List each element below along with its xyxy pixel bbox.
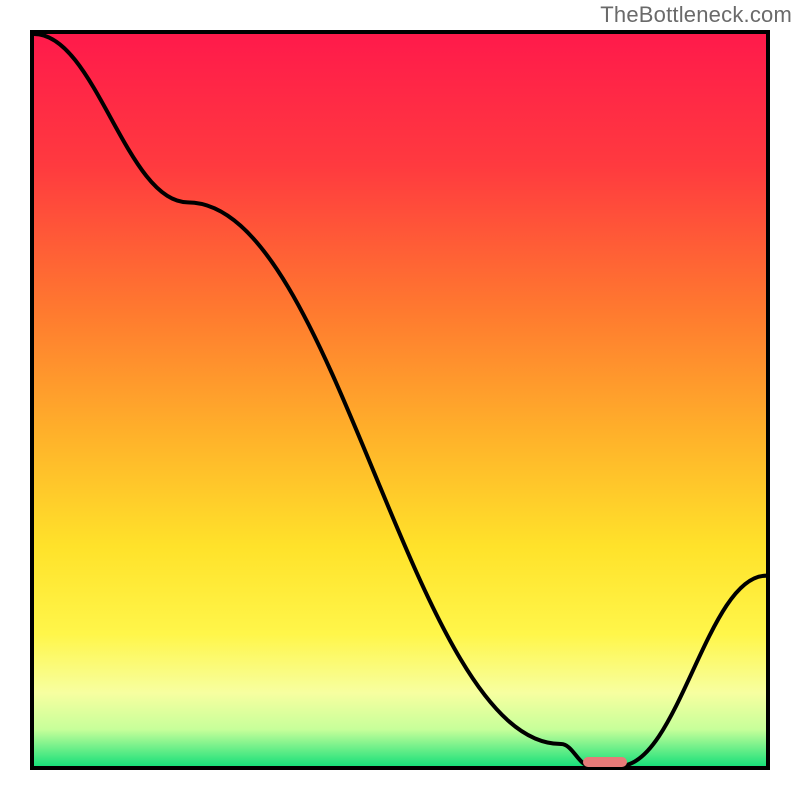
chart-stage: TheBottleneck.com [0,0,800,800]
bottleneck-curve-path [34,34,766,766]
chart-curve [34,34,766,766]
optimal-range-marker [583,757,627,767]
watermark: TheBottleneck.com [600,2,792,28]
plot-area [30,30,770,770]
